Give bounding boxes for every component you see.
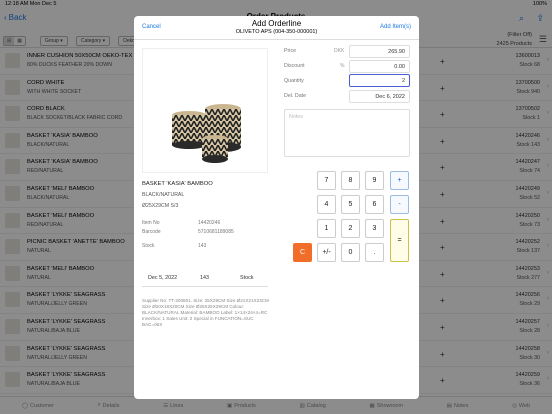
key-clear[interactable]: C — [293, 243, 312, 262]
key-equals[interactable]: = — [390, 219, 409, 262]
key-6[interactable]: 6 — [365, 195, 384, 214]
quantity-field[interactable]: 2 — [349, 74, 410, 87]
key-4[interactable]: 4 — [317, 195, 336, 214]
discount-field[interactable]: 0.00 — [349, 60, 410, 73]
modal-header: Cancel Add Orderline OLIVETO APS (004-35… — [134, 16, 419, 40]
barcode-value: 5710681189085 — [198, 229, 234, 235]
notes-field[interactable]: Notes — [284, 109, 410, 157]
key-7[interactable]: 7 — [317, 171, 336, 190]
stock-value: 143 — [198, 243, 207, 249]
key-3[interactable]: 3 — [365, 219, 384, 238]
key-1[interactable]: 1 — [317, 219, 336, 238]
key-0[interactable]: 0 — [341, 243, 360, 262]
stock-row: Stock 143 — [142, 243, 268, 249]
availability-qty: 143 — [200, 275, 209, 281]
key-5[interactable]: 5 — [341, 195, 360, 214]
key-sign[interactable]: +/- — [317, 243, 336, 262]
price-field[interactable]: 265.90 — [349, 45, 410, 58]
quantity-label: Quantity — [284, 78, 304, 84]
price-unit: DKK — [334, 48, 345, 54]
key-8[interactable]: 8 — [341, 171, 360, 190]
barcode-label: Barcode — [142, 229, 161, 235]
del-date-field[interactable]: Dec 6, 2022 — [349, 90, 410, 103]
item-no-row: Item No 14420246 — [142, 220, 268, 226]
price-label: Price — [284, 48, 297, 54]
item-no-label: Item No — [142, 220, 160, 226]
key-9[interactable]: 9 — [365, 171, 384, 190]
add-orderline-modal: Cancel Add Orderline OLIVETO APS (004-35… — [134, 16, 419, 399]
availability-row: Dec 5, 2022 143 Stock — [142, 275, 268, 287]
product-image — [142, 48, 268, 173]
item-no-value: 14420246 — [198, 220, 221, 226]
availability-date: Dec 5, 2022 — [148, 275, 178, 281]
product-description: Supplier No: TT-200801. Size: 25X29CM Si… — [142, 298, 269, 327]
key-minus[interactable]: - — [390, 195, 409, 214]
key-2[interactable]: 2 — [341, 219, 360, 238]
discount-label: Discount — [284, 63, 305, 69]
stock-label: Stock — [142, 243, 155, 249]
product-color: BLACK/NATURAL — [142, 192, 185, 198]
discount-unit: % — [340, 63, 345, 69]
modal-subtitle: OLIVETO APS (004-350-000001) — [235, 29, 318, 35]
product-size: Ø25X29CM S/3 — [142, 203, 179, 209]
del-date-label: Del. Date — [284, 93, 307, 99]
modal-title: Add Orderline — [251, 19, 302, 28]
add-items-button[interactable]: Add Item(s) — [380, 24, 411, 30]
barcode-row: Barcode 5710681189085 — [142, 229, 268, 235]
key-plus[interactable]: + — [390, 171, 409, 190]
availability-label: Stock — [240, 275, 254, 281]
key-decimal[interactable]: . — [365, 243, 384, 262]
product-name: BASKET 'KASIA' BAMBOO — [142, 181, 213, 187]
